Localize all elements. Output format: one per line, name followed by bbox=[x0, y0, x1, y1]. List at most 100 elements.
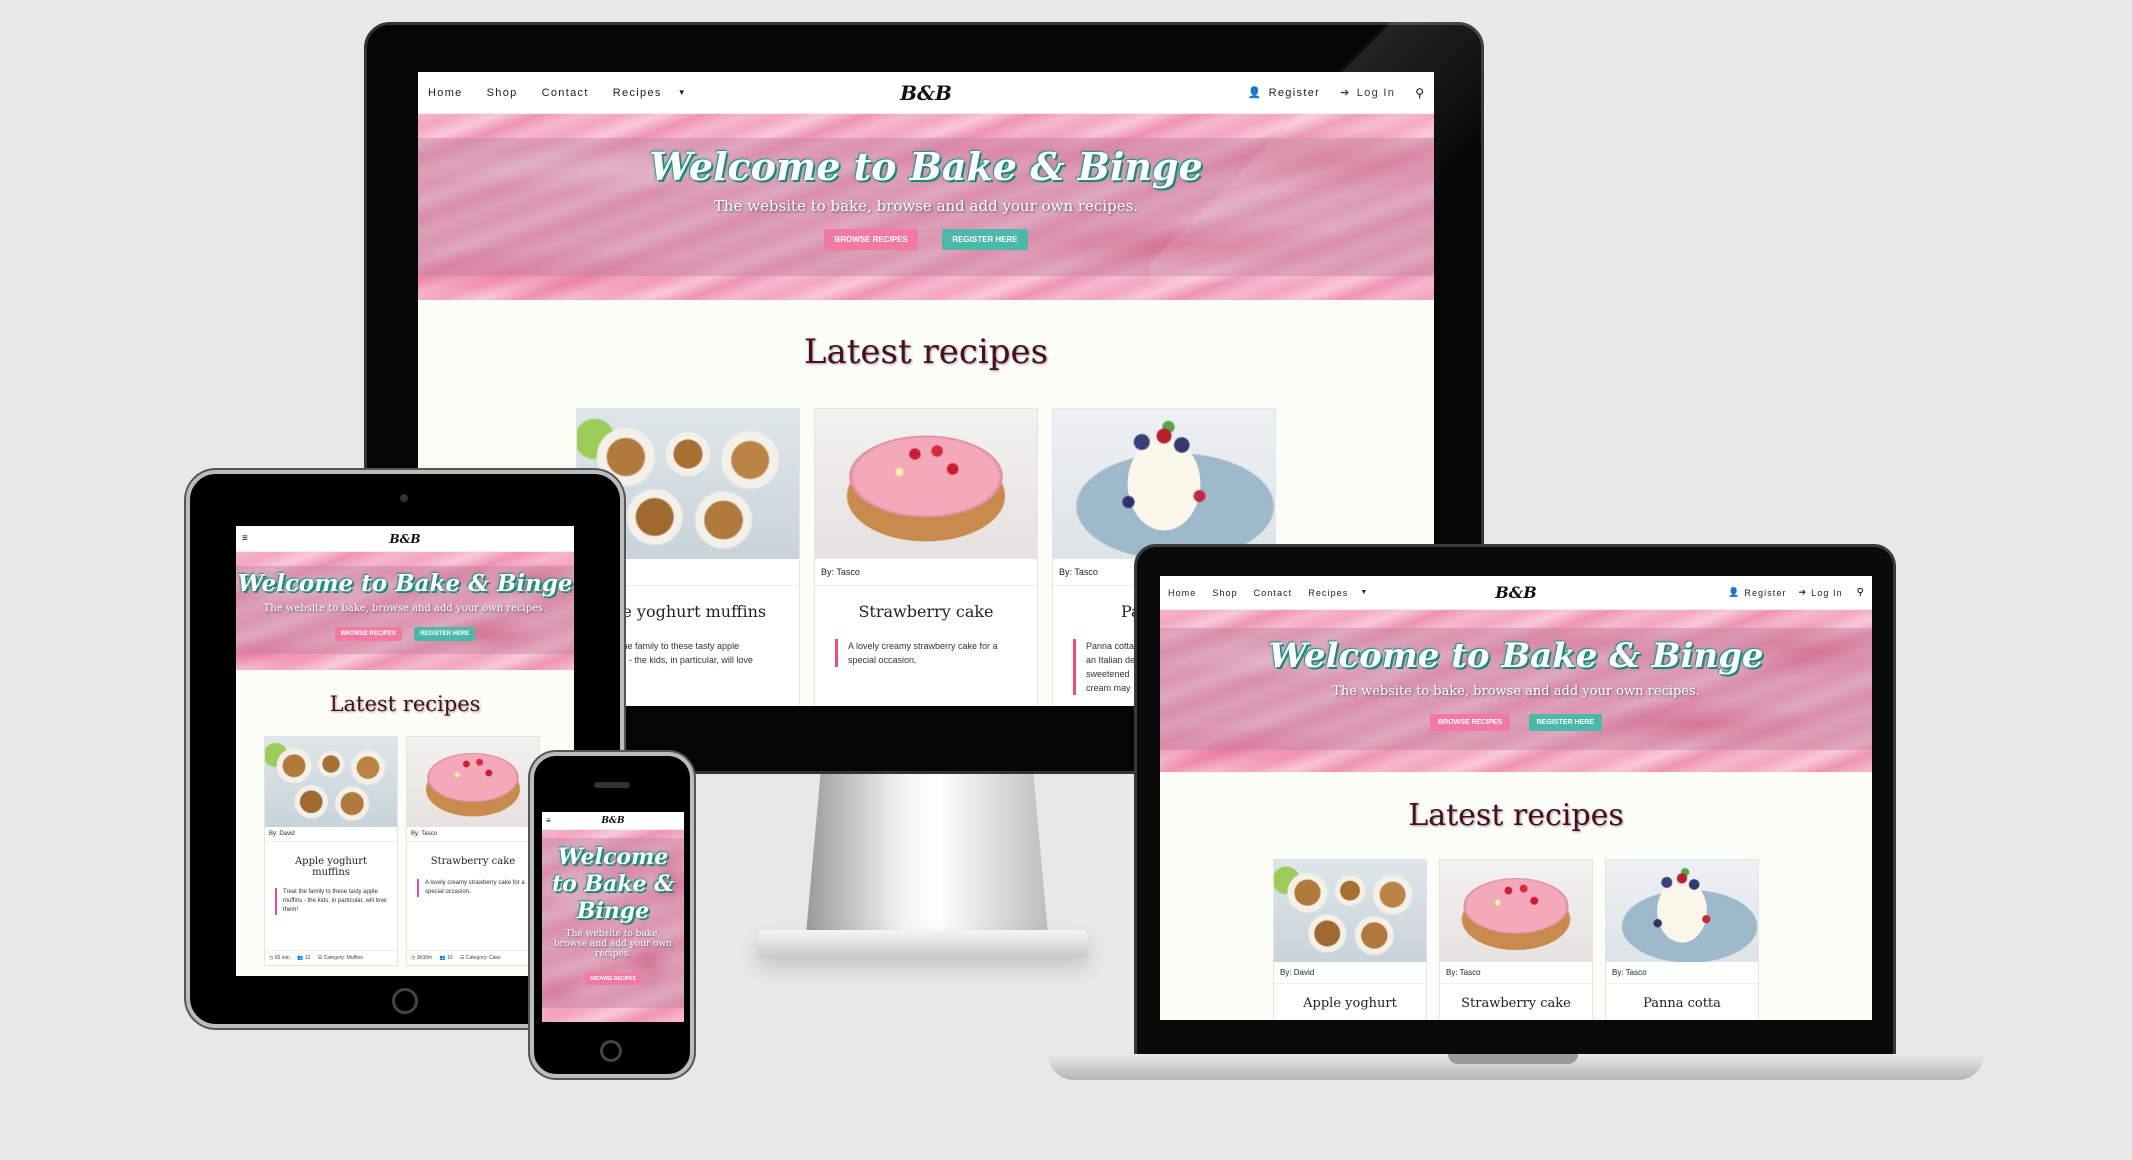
card-author: By: Tasco bbox=[407, 827, 539, 842]
monitor-base bbox=[758, 930, 1088, 958]
card-time: 3h30m bbox=[416, 955, 433, 961]
hero-title: Welcome to Bake & Binge bbox=[1268, 636, 1764, 676]
list-icon: ☰ bbox=[317, 955, 323, 961]
browse-recipes-button[interactable]: BROWSE RECIPES bbox=[334, 627, 402, 641]
clock-icon: ◷ bbox=[269, 955, 274, 961]
recipe-card-strawberry[interactable]: By: Tasco Strawberry cake A lovely cream… bbox=[406, 736, 540, 966]
monitor-stand bbox=[806, 774, 1048, 934]
card-title: Strawberry cake bbox=[858, 602, 994, 621]
card-meta: ◷ 3h30m 👥 16 ☰ Category: Cake bbox=[407, 950, 539, 965]
card-description-line: ffins - the kids, in particular, will lo… bbox=[610, 655, 753, 665]
panna-image bbox=[1606, 860, 1758, 962]
card-description: at the family to these tasty apple ffins… bbox=[597, 639, 789, 681]
muffins-image bbox=[1274, 860, 1426, 962]
register-here-button[interactable]: REGISTER HERE bbox=[942, 229, 1028, 250]
hamburger-menu-icon[interactable]: ≡ bbox=[546, 816, 551, 825]
latest-recipes-heading: Latest recipes bbox=[329, 692, 481, 716]
card-title: Strawberry cake bbox=[1461, 996, 1571, 1011]
nav-register-label: Register bbox=[1744, 587, 1787, 598]
brand-logo[interactable]: B&B bbox=[1495, 583, 1537, 602]
card-title: Apple yoghurt muffins bbox=[294, 856, 368, 878]
sign-in-icon: ➔ bbox=[1798, 587, 1808, 597]
hero-banner: Welcome to Bake & Binge The website to b… bbox=[1160, 610, 1872, 772]
search-icon[interactable]: ⚲ bbox=[1857, 587, 1864, 598]
nav-login[interactable]: ➔ Log In bbox=[1799, 587, 1843, 598]
nav-recipes-label: Recipes bbox=[612, 86, 662, 99]
card-title: Apple yoghurt bbox=[1303, 996, 1397, 1011]
recipe-card-muffins[interactable]: By: David Apple yoghurt muffins Treat th… bbox=[264, 736, 398, 966]
card-author: By: Tasco bbox=[1606, 962, 1758, 984]
browse-recipes-button[interactable]: BROWSE RECIPES bbox=[585, 973, 641, 985]
recipe-card-muffins[interactable]: By: David Apple yoghurt bbox=[1273, 859, 1427, 1020]
card-servings: 12 bbox=[304, 955, 311, 961]
card-description-line: at the family to these tasty apple bbox=[610, 641, 740, 651]
card-category: Category: Cake bbox=[465, 955, 501, 961]
tablet-home-button bbox=[392, 988, 418, 1014]
laptop-site: Home Shop Contact Recipes ▼ B&B 👤 Regist… bbox=[1160, 576, 1872, 1020]
hero-subtitle: The website to bake, browse and add your… bbox=[1332, 684, 1700, 699]
nav-home[interactable]: Home bbox=[428, 87, 463, 99]
caret-down-icon: ▼ bbox=[1360, 589, 1369, 596]
nav-contact[interactable]: Contact bbox=[542, 87, 589, 99]
card-time: 55 min bbox=[274, 955, 290, 961]
recipe-cards: By: David Apple yoghurt muffins Treat th… bbox=[236, 736, 574, 966]
card-author: By: David bbox=[1274, 962, 1426, 984]
card-meta: ◷ 55 min 👥 12 ☰ Category: Muffins bbox=[265, 950, 397, 965]
nav-recipes-label: Recipes bbox=[1308, 587, 1349, 598]
user-plus-icon: 👤 bbox=[1728, 587, 1741, 597]
card-description: Treat the family to these tasty apple mu… bbox=[275, 888, 387, 915]
cake-image bbox=[407, 737, 539, 827]
brand-logo[interactable]: B&B bbox=[601, 816, 624, 826]
hero-subtitle: The website to bake, browse and add your… bbox=[554, 929, 672, 959]
nav-home[interactable]: Home bbox=[1168, 588, 1196, 598]
browse-recipes-button[interactable]: BROWSE RECIPES bbox=[824, 229, 918, 250]
tablet-site: ≡ B&B Welcome to Bake & Binge The websit… bbox=[236, 526, 574, 976]
latest-recipes-heading: Latest recipes bbox=[1408, 798, 1624, 833]
servings-icon: 👥 bbox=[297, 955, 304, 961]
recipe-cards: By: David Apple yoghurt By: Tasco Strawb… bbox=[1160, 859, 1872, 1020]
phone-speaker bbox=[594, 782, 630, 788]
navbar: Home Shop Contact Recipes ▼ B&B 👤 Regist… bbox=[1160, 576, 1872, 610]
hero-title: Welcome to Bake & Binge bbox=[237, 570, 573, 597]
nav-recipes-dropdown[interactable]: Recipes ▼ bbox=[1308, 588, 1368, 598]
nav-register[interactable]: 👤 Register bbox=[1728, 587, 1786, 598]
hero-banner: Welcome to Bake & Binge The website to b… bbox=[236, 552, 574, 670]
recipe-card-strawberry[interactable]: By: Tasco Strawberry cake bbox=[1439, 859, 1593, 1020]
recipe-card-strawberry[interactable]: By: Tasco Strawberry cake A lovely cream… bbox=[814, 408, 1038, 706]
nav-shop[interactable]: Shop bbox=[1212, 588, 1237, 598]
nav-contact[interactable]: Contact bbox=[1254, 588, 1293, 598]
card-description: A lovely creamy strawberry cake for a sp… bbox=[835, 639, 1017, 667]
nav-shop[interactable]: Shop bbox=[487, 87, 518, 99]
laptop-notch bbox=[1448, 1054, 1578, 1064]
register-here-button[interactable]: REGISTER HERE bbox=[414, 627, 476, 641]
hero-subtitle: The website to bake, browse and add your… bbox=[263, 603, 547, 614]
recipe-card-panna[interactable]: By: Tasco Panna cotta bbox=[1605, 859, 1759, 1020]
caret-down-icon: ▼ bbox=[677, 88, 687, 97]
brand-logo[interactable]: B&B bbox=[389, 532, 420, 546]
card-author: By: Tasco bbox=[815, 559, 1037, 586]
browse-recipes-button[interactable]: BROWSE RECIPES bbox=[1430, 714, 1511, 731]
hamburger-menu-icon[interactable]: ≡ bbox=[242, 533, 248, 544]
panna-image bbox=[1053, 409, 1275, 559]
brand-logo[interactable]: B&B bbox=[900, 81, 952, 105]
phone-site: ≡ B&B Welcome to Bake & Binge The websit… bbox=[542, 812, 684, 1022]
nav-login-label: Log In bbox=[1811, 587, 1843, 598]
muffins-image bbox=[265, 737, 397, 827]
register-here-button[interactable]: REGISTER HERE bbox=[1528, 714, 1602, 731]
card-title: Panna cotta bbox=[1643, 996, 1721, 1011]
latest-recipes-heading: Latest recipes bbox=[803, 332, 1049, 372]
hero-banner: Welcome to Bake & Binge The website to b… bbox=[542, 830, 684, 1022]
nav-recipes-dropdown[interactable]: Recipes ▼ bbox=[613, 87, 687, 99]
card-author: By: Tasco bbox=[1440, 962, 1592, 984]
servings-icon: 👥 bbox=[439, 955, 446, 961]
navbar: ≡ B&B bbox=[542, 812, 684, 830]
card-description: A lovely creamy strawberry cake for a sp… bbox=[417, 879, 529, 897]
card-author: By: David bbox=[265, 827, 397, 842]
cake-image bbox=[815, 409, 1037, 559]
navbar: ≡ B&B bbox=[236, 526, 574, 552]
card-description-line: m! bbox=[610, 667, 789, 681]
tablet-camera bbox=[400, 494, 408, 502]
clock-icon: ◷ bbox=[411, 955, 416, 961]
hero-title: Welcome to Bake & Binge bbox=[551, 844, 675, 924]
card-title: Strawberry cake bbox=[430, 856, 516, 867]
